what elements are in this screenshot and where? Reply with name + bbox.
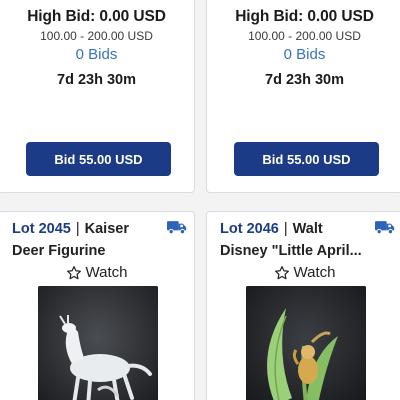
lot-title-continued[interactable]: Disney "Little April... <box>220 243 394 259</box>
estimate-range: 100.00 - 200.00 USD <box>40 29 153 43</box>
bids-count-link[interactable]: 0 Bids <box>0 46 194 63</box>
lot-grid: High Bid: 0.00 USD 100.00 - 200.00 USD 0… <box>0 0 400 400</box>
disney-figurine-image <box>246 286 366 400</box>
bids-count-link[interactable]: 0 Bids <box>207 46 400 63</box>
deer-figurine-image <box>38 286 158 400</box>
lot-title-line[interactable]: Lot 2046 | Walt <box>220 219 394 239</box>
truck-icon <box>375 221 395 235</box>
lot-title-continued[interactable]: Deer Figurine <box>12 243 186 259</box>
watch-button[interactable]: Watch <box>0 264 194 281</box>
watch-label: Watch <box>293 264 336 281</box>
bid-button[interactable]: Bid 55.00 USD <box>234 142 379 176</box>
lot-title[interactable]: Kaiser <box>85 221 129 237</box>
watch-button[interactable]: Watch <box>207 264 400 281</box>
lot-photo[interactable] <box>38 286 158 400</box>
watch-label: Watch <box>85 264 128 281</box>
lot-photo[interactable] <box>246 286 366 400</box>
title-separator: | <box>75 221 80 237</box>
time-remaining: 7d 23h 30m <box>265 72 344 88</box>
star-outline-icon <box>274 265 289 279</box>
lot-number[interactable]: Lot 2045 <box>12 221 71 237</box>
lot-title[interactable]: Walt <box>293 221 323 237</box>
lot-title-line[interactable]: Lot 2045 | Kaiser <box>12 219 186 239</box>
lot-card-2045[interactable]: Lot 2045 | Kaiser Deer Figurine Watch <box>0 211 195 400</box>
lot-number[interactable]: Lot 2046 <box>220 221 279 237</box>
high-bid-label: High Bid: 0.00 USD <box>27 8 166 25</box>
lot-card-top-left: High Bid: 0.00 USD 100.00 - 200.00 USD 0… <box>0 0 195 193</box>
star-outline-icon <box>66 265 81 279</box>
lot-card-top-right: High Bid: 0.00 USD 100.00 - 200.00 USD 0… <box>206 0 400 193</box>
truck-icon <box>167 221 187 235</box>
bid-button[interactable]: Bid 55.00 USD <box>26 142 171 176</box>
time-remaining: 7d 23h 30m <box>57 72 136 88</box>
estimate-range: 100.00 - 200.00 USD <box>248 29 361 43</box>
title-separator: | <box>283 221 288 237</box>
lot-card-2046[interactable]: Lot 2046 | Walt Disney "Little April... … <box>206 211 400 400</box>
high-bid-label: High Bid: 0.00 USD <box>235 8 374 25</box>
